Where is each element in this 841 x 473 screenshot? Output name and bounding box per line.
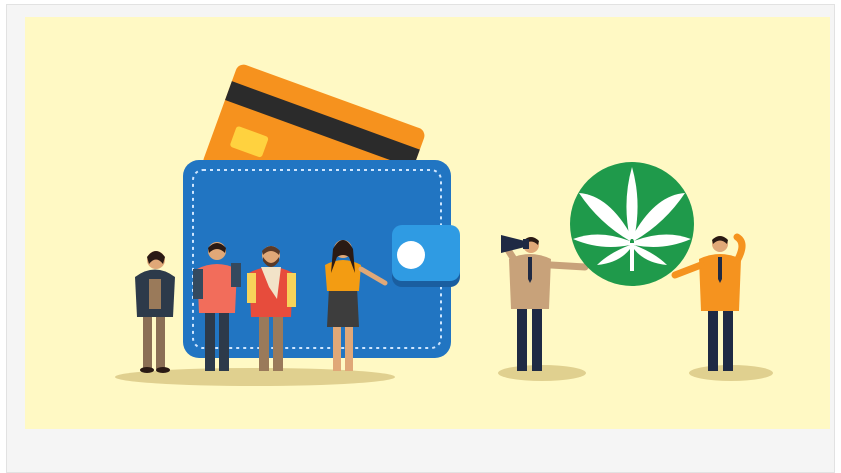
image-frame: [6, 4, 835, 473]
megaphone-icon: [501, 235, 529, 253]
person-listener: [671, 233, 746, 371]
illustration: [25, 17, 830, 429]
cannabis-badge: [570, 162, 694, 286]
person-woman-dark-jacket: [135, 251, 175, 373]
illustration-svg: [115, 64, 773, 386]
person-speaker: [501, 237, 589, 371]
